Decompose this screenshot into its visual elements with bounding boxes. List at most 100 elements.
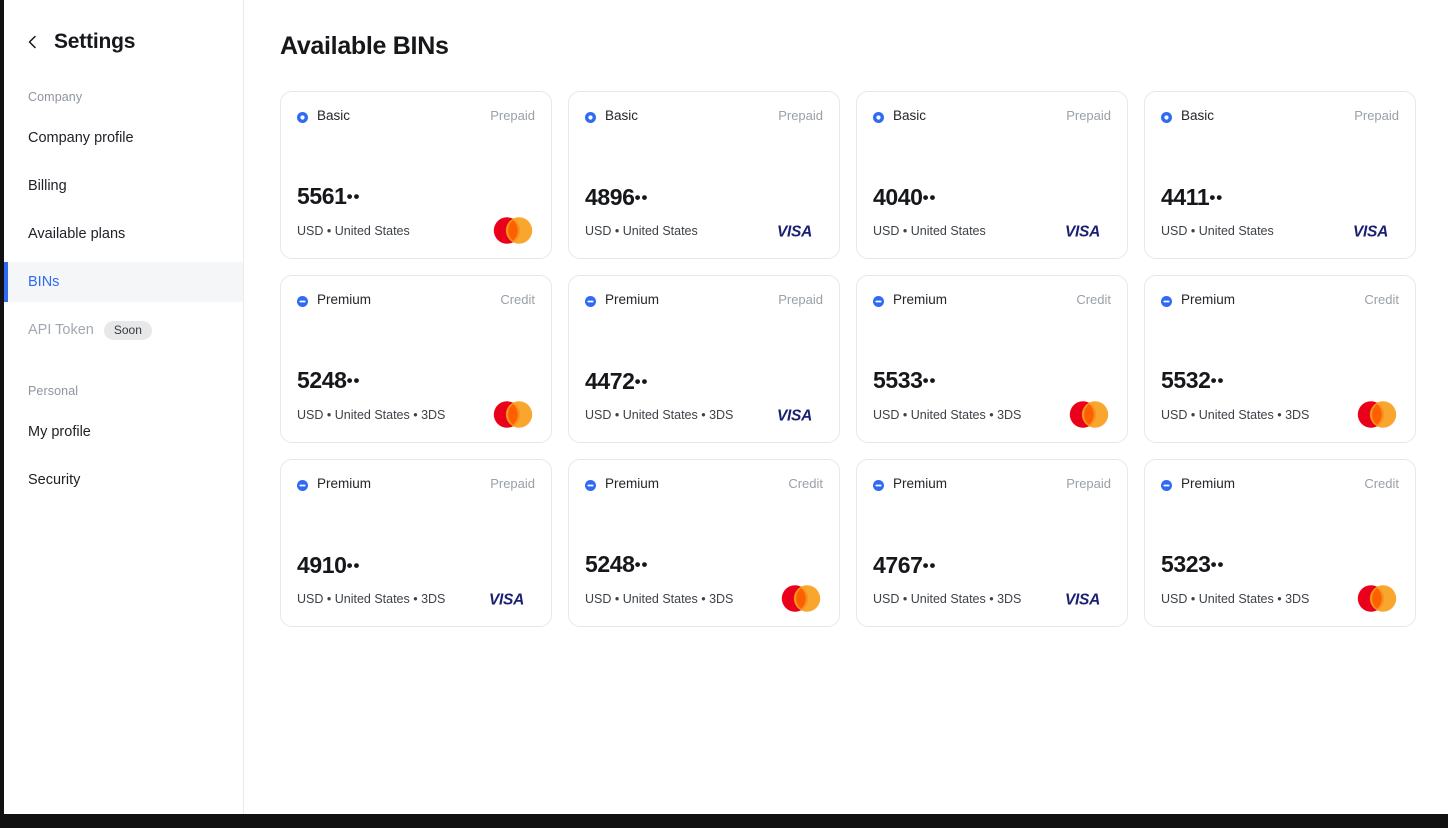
sidebar-item-bins[interactable]: BINs [4, 262, 243, 302]
visa-logo-icon: VISA [777, 223, 823, 239]
bin-card-header: Premium Credit [297, 292, 535, 307]
bin-number-mask: •• [634, 187, 649, 207]
bin-card[interactable]: Premium Credit 5533•• USD • United States •… [856, 275, 1128, 443]
bin-card-body: 5323•• USD • United States • 3DS [1161, 551, 1399, 612]
sidebar-group-label: Personal [28, 384, 79, 398]
bin-funding-type: Credit [1364, 292, 1399, 307]
bin-card[interactable]: Basic Prepaid 5561•• USD • United States [280, 91, 552, 259]
bin-meta-row: USD • United States VISA [1161, 218, 1399, 244]
bin-tier-label: Premium [605, 476, 660, 491]
bin-tier: Premium [873, 292, 947, 307]
bin-card-body: 5532•• USD • United States • 3DS [1161, 367, 1399, 428]
bin-meta-text: USD • United States • 3DS [1161, 407, 1310, 422]
bin-card-body: 5561•• USD • United States [297, 183, 535, 244]
bin-number: 4910•• [297, 551, 535, 578]
bin-number: 4411•• [1161, 183, 1399, 210]
sidebar-item-company-profile[interactable]: Company profile [4, 118, 243, 158]
sidebar-header-back[interactable]: Settings [4, 30, 243, 54]
bin-number-mask: •• [922, 555, 937, 575]
sidebar-item-my-profile[interactable]: My profile [4, 412, 243, 452]
bin-funding-type: Prepaid [490, 476, 535, 491]
bin-meta-row: USD • United States • 3DS VISA [297, 586, 535, 612]
bin-card[interactable]: Basic Prepaid 4040•• USD • United States VIS… [856, 91, 1128, 259]
bin-number: 5323•• [1161, 551, 1399, 577]
mastercard-logo-icon [1067, 401, 1111, 428]
bin-number-mask: •• [634, 554, 649, 574]
app-window: Settings Company Company profile Billing Av… [0, 0, 1448, 828]
bin-card-header: Premium Prepaid [297, 476, 535, 491]
bin-card[interactable]: Basic Prepaid 4411•• USD • United States VIS… [1144, 91, 1416, 259]
svg-text:VISA: VISA [489, 592, 524, 607]
sidebar-item-available-plans[interactable]: Available plans [4, 214, 243, 254]
visa-logo-icon: VISA [1065, 223, 1111, 239]
bin-number-mask: •• [346, 555, 361, 575]
bin-meta-text: USD • United States • 3DS [585, 591, 734, 606]
bin-meta-text: USD • United States • 3DS [873, 592, 1022, 606]
bin-card[interactable]: Basic Prepaid 4896•• USD • United States VIS… [568, 91, 840, 259]
bin-meta-row: USD • United States • 3DS [297, 401, 535, 428]
visa-logo-icon: VISA [1353, 223, 1399, 239]
bin-number-digits: 4040 [873, 183, 923, 210]
bin-meta-text: USD • United States • 3DS [873, 407, 1022, 422]
bin-number-mask: •• [922, 187, 937, 207]
bin-card-header: Basic Prepaid [297, 108, 535, 123]
bin-meta-row: USD • United States • 3DS VISA [873, 586, 1111, 612]
bin-card[interactable]: Premium Prepaid 4910•• USD • United States … [280, 459, 552, 627]
bin-number-mask: •• [1209, 187, 1224, 207]
bin-number-digits: 4411 [1161, 183, 1210, 210]
mastercard-logo-icon [779, 585, 823, 612]
bin-card[interactable]: Premium Credit 5248•• USD • United States •… [568, 459, 840, 627]
sidebar-item-label: BINs [28, 274, 60, 290]
bin-number: 4896•• [585, 184, 823, 210]
sidebar-group-spacer [4, 358, 243, 384]
bin-meta-row: USD • United States • 3DS [585, 585, 823, 612]
bin-number: 5533•• [873, 367, 1111, 393]
sidebar-item-label: My profile [28, 424, 91, 440]
bin-funding-type: Credit [1364, 476, 1399, 491]
bin-meta-text: USD • United States [1161, 224, 1274, 238]
bin-card-body: 4040•• USD • United States VISA [873, 183, 1111, 244]
sidebar-item-security[interactable]: Security [4, 460, 243, 500]
bin-meta-row: USD • United States • 3DS [873, 401, 1111, 428]
mastercard-logo-icon [491, 401, 535, 428]
bin-card[interactable]: Premium Prepaid 4767•• USD • United States … [856, 459, 1128, 627]
bin-funding-type: Credit [1076, 292, 1111, 307]
bin-meta-row: USD • United States • 3DS [1161, 585, 1399, 612]
bin-tier-label: Premium [605, 292, 660, 307]
circle-minus-icon [297, 478, 308, 491]
mastercard-logo-icon [1355, 401, 1399, 428]
main-content: Available BINs Basic Prepaid 5561•• USD • U… [244, 0, 1448, 814]
bin-card-header: Premium Credit [1161, 292, 1399, 307]
svg-text:VISA: VISA [1353, 224, 1388, 239]
bin-card[interactable]: Premium Credit 5323•• USD • United States •… [1144, 459, 1416, 627]
bin-card[interactable]: Premium Credit 5248•• USD • United States •… [280, 275, 552, 443]
bin-meta-text: USD • United States [873, 224, 986, 238]
bin-number-digits: 5248 [297, 366, 347, 393]
bin-meta-text: USD • United States • 3DS [297, 407, 446, 422]
bin-meta-text: USD • United States • 3DS [297, 592, 446, 606]
sidebar-item-billing[interactable]: Billing [4, 166, 243, 206]
circle-minus-icon [585, 478, 596, 491]
bin-number-mask: •• [346, 370, 361, 390]
sidebar-title: Settings [54, 30, 136, 53]
bin-tier-label: Premium [893, 476, 948, 491]
chevron-left-icon[interactable] [26, 35, 40, 49]
sidebar-item-label: Security [28, 472, 81, 488]
bin-tier: Basic [1161, 108, 1214, 123]
bin-funding-type: Prepaid [778, 292, 823, 307]
circle-ring-icon [585, 110, 596, 123]
bin-number-digits: 4910 [297, 551, 347, 578]
bin-card-header: Basic Prepaid [1161, 108, 1399, 123]
bin-tier: Basic [297, 108, 350, 123]
bin-card-header: Basic Prepaid [585, 108, 823, 123]
bin-card-body: 5248•• USD • United States • 3DS [585, 551, 823, 612]
bin-meta-row: USD • United States • 3DS VISA [585, 402, 823, 428]
bin-number: 4767•• [873, 552, 1111, 578]
bin-card[interactable]: Premium Prepaid 4472•• USD • United States … [568, 275, 840, 443]
svg-text:VISA: VISA [777, 408, 812, 423]
bin-funding-type: Prepaid [1354, 108, 1399, 123]
bin-card-header: Premium Credit [585, 476, 823, 491]
bin-card[interactable]: Premium Credit 5532•• USD • United States •… [1144, 275, 1416, 443]
bin-tier: Premium [585, 292, 659, 307]
sidebar-item-label: Billing [28, 178, 67, 194]
